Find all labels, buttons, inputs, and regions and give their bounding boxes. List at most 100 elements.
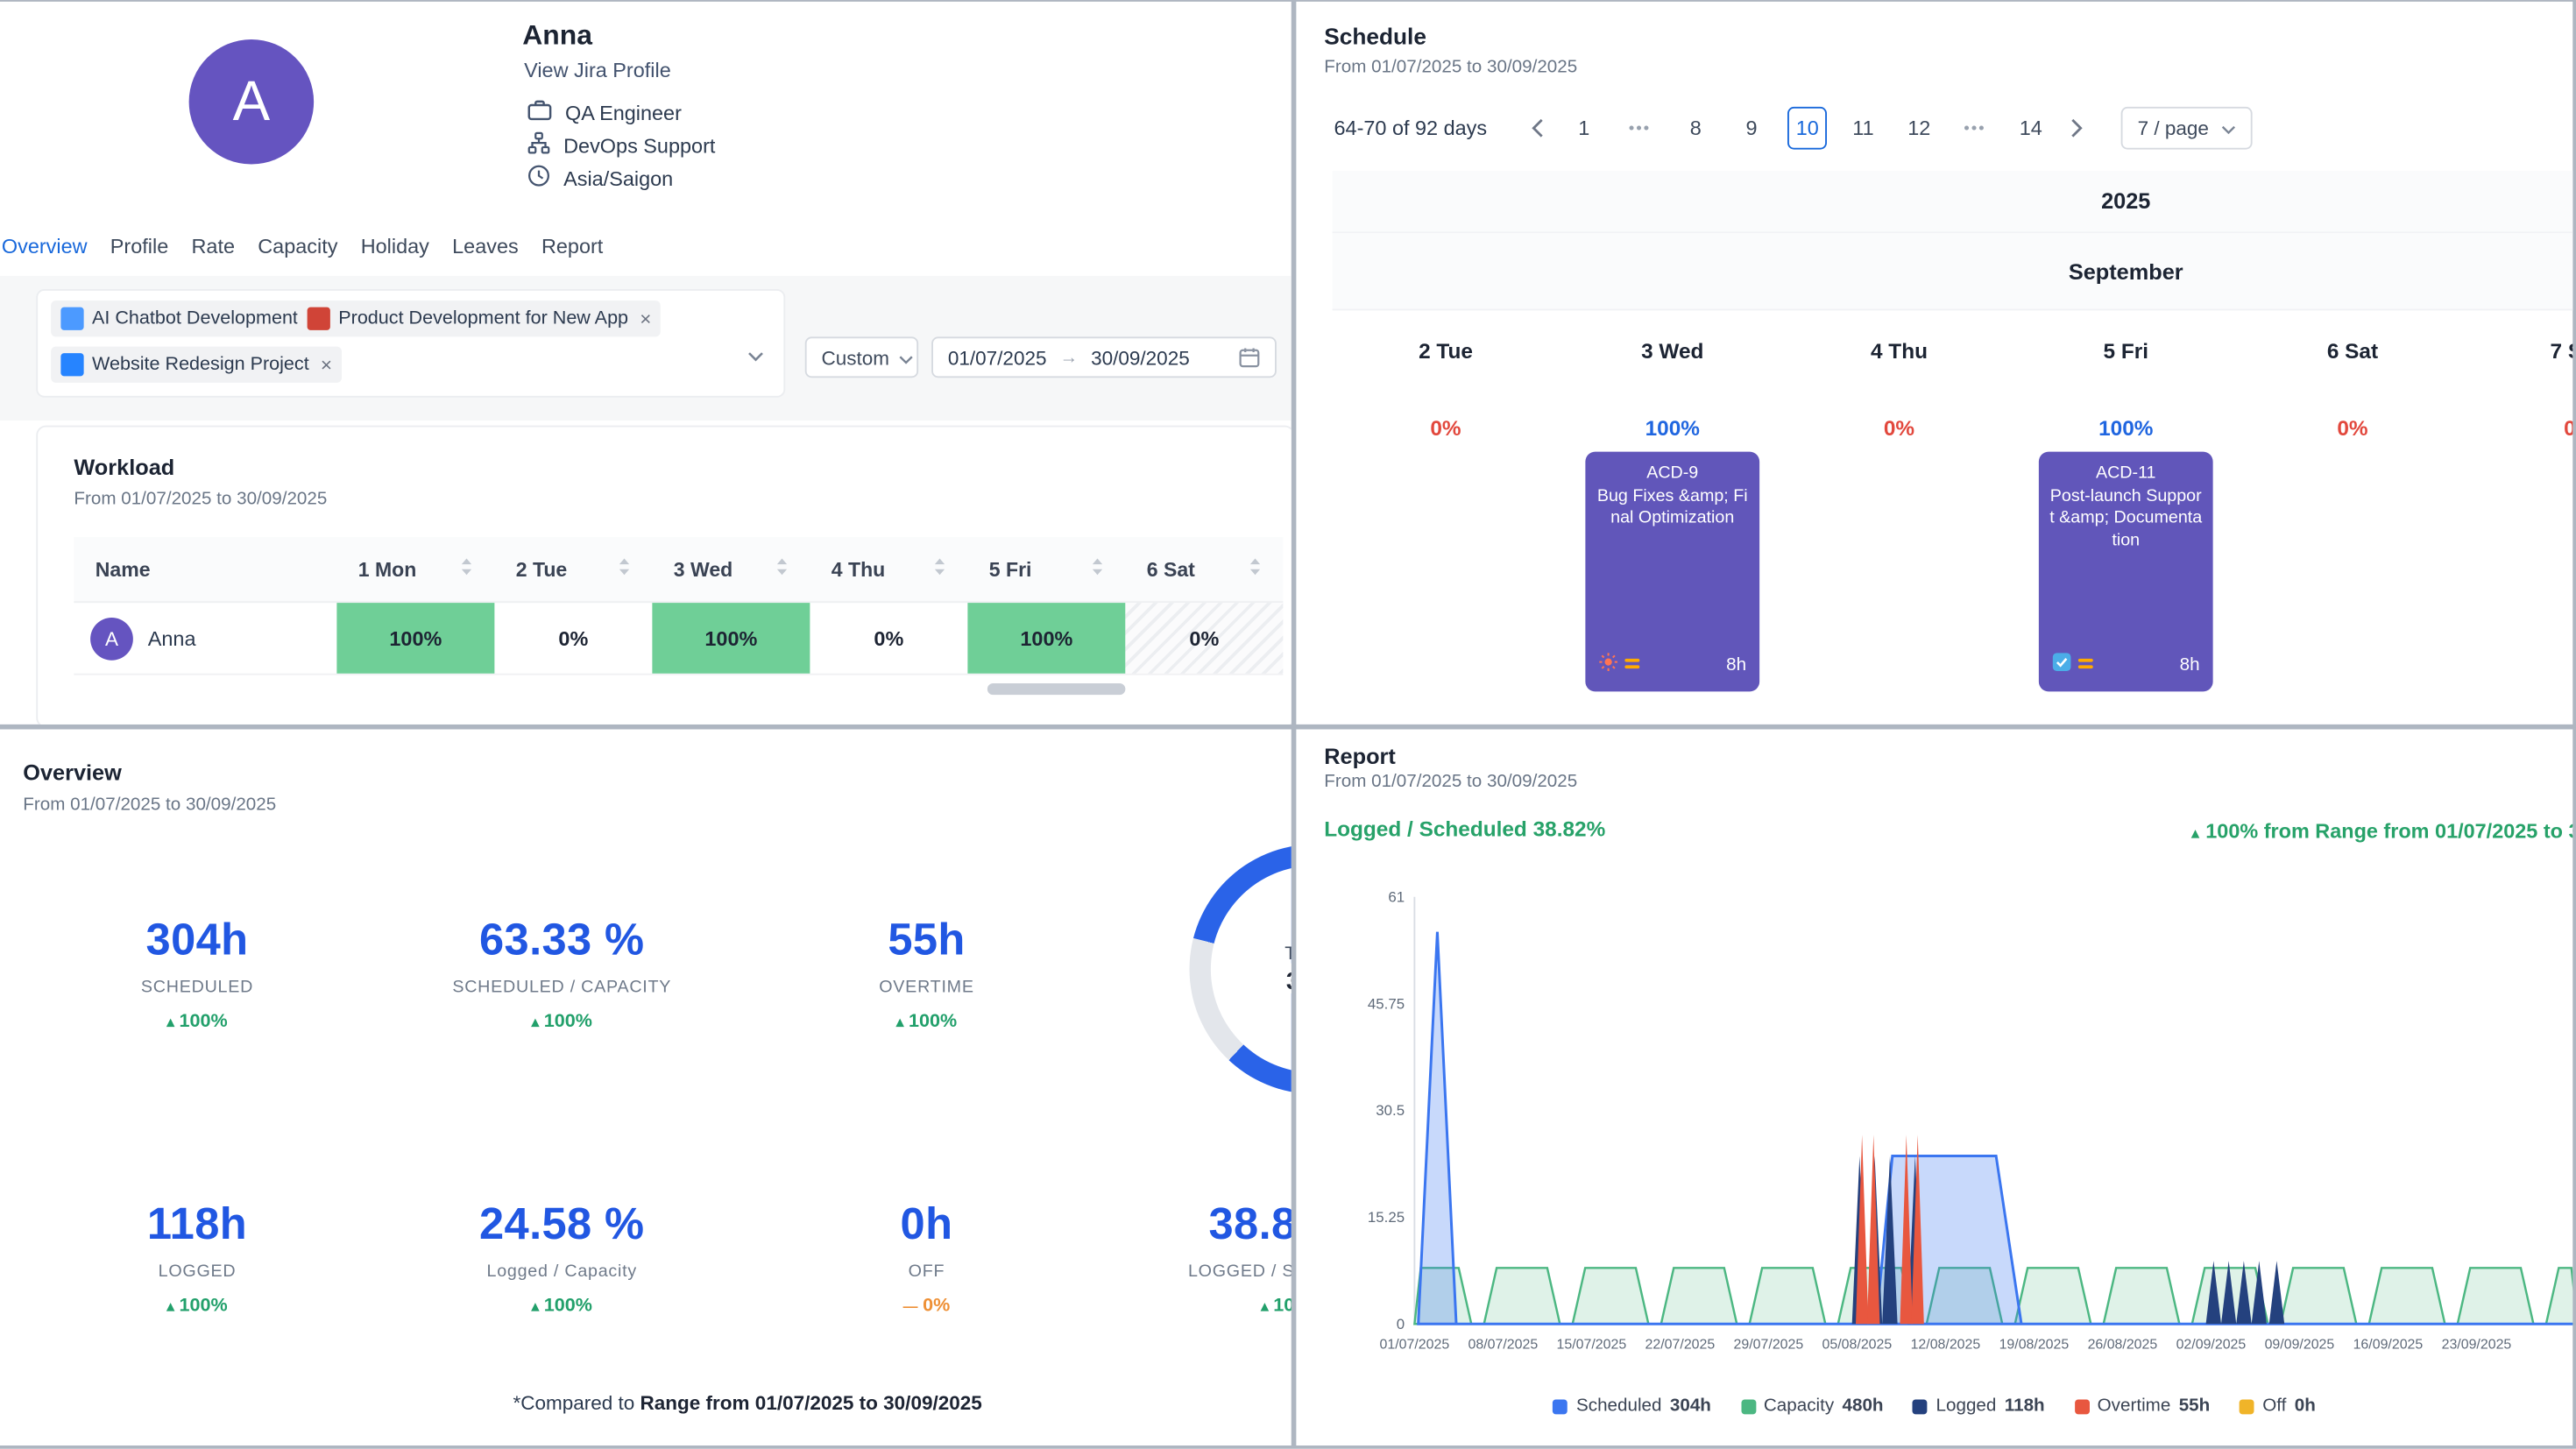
sort-icon[interactable] <box>775 557 789 582</box>
stat-scheduled-capacity: 63.33 % SCHEDULED / CAPACITY ▴100% <box>379 915 744 1031</box>
workload-cell[interactable]: 100% <box>967 603 1125 674</box>
horizontal-scrollbar[interactable] <box>987 683 1126 695</box>
sort-icon[interactable] <box>1249 557 1262 582</box>
remove-tag-button[interactable]: × <box>640 307 651 330</box>
sort-icon[interactable] <box>618 557 631 582</box>
profile-name: Anna <box>522 20 592 53</box>
report-subtitle: From 01/07/2025 to 30/09/2025 <box>1324 772 1577 792</box>
resource-dashboard: A Anna View Jira Profile QA Engineer Dev… <box>0 0 2576 1449</box>
workload-cell[interactable]: 0% <box>810 603 967 674</box>
sort-icon[interactable] <box>1091 557 1104 582</box>
svg-text:45.75: 45.75 <box>1368 995 1405 1012</box>
trend-up-icon: ▴ <box>896 1014 903 1030</box>
remove-tag-button[interactable]: × <box>321 353 332 376</box>
project-icon <box>308 307 330 330</box>
workload-cell[interactable]: 0% <box>494 603 652 674</box>
pages-ellipsis[interactable]: ••• <box>1620 107 1660 150</box>
tab-profile[interactable]: Profile <box>110 235 168 258</box>
tab-leaves[interactable]: Leaves <box>452 235 519 258</box>
priority-medium-icon <box>1624 651 1642 681</box>
calendar-day-headers: 2 Tue 3 Wed 4 Thu 5 Fri 6 Sat 7 Sun <box>1333 310 2573 389</box>
column-header-day[interactable]: 2 Tue <box>494 537 652 601</box>
column-header-name[interactable]: Name <box>74 537 336 601</box>
project-tag: AI Chatbot Development × <box>51 300 330 336</box>
legend-overtime[interactable]: Overtime55h <box>2074 1396 2210 1417</box>
workload-cell[interactable]: 100% <box>336 603 494 674</box>
project-icon <box>60 353 83 376</box>
day-cell: 0% <box>2240 389 2466 691</box>
column-header-day[interactable]: 5 Fri <box>967 537 1125 601</box>
svg-text:12/08/2025: 12/08/2025 <box>1911 1337 1981 1352</box>
day-header: 7 Sun <box>2466 310 2572 389</box>
stat-label: LOGGED / SCHEDULED <box>1109 1262 1292 1282</box>
report-comparison: ▴100% from Range from 01/07/2025 to 30/0… <box>2191 820 2572 843</box>
stat-value: 24.58 % <box>379 1199 744 1250</box>
legend-off[interactable]: Off0h <box>2240 1396 2316 1417</box>
trend-up-icon: ▴ <box>166 1014 173 1030</box>
column-header-day[interactable]: 3 Wed <box>652 537 810 601</box>
workload-cell[interactable]: 100% <box>652 603 810 674</box>
stats-row-2: 118h LOGGED ▴100% 24.58 % Logged / Capac… <box>15 1199 1292 1316</box>
department-row: DevOps Support <box>527 133 716 158</box>
member-cell[interactable]: A Anna <box>74 603 336 674</box>
column-header-day[interactable]: 4 Thu <box>810 537 967 601</box>
report-area-chart: 015.2530.545.756101/07/202508/07/202515/… <box>1335 874 2572 1383</box>
project-filter-select[interactable]: AI Chatbot Development × Product Develop… <box>36 289 785 398</box>
date-range-picker[interactable]: 01/07/2025 → 30/09/2025 <box>931 336 1277 378</box>
tab-overview[interactable]: Overview <box>2 235 88 258</box>
column-header-day[interactable]: 1 Mon <box>336 537 494 601</box>
stat-scheduled: 304h SCHEDULED ▴100% <box>15 915 379 1031</box>
tab-report[interactable]: Report <box>541 235 603 258</box>
workload-table: Name 1 Mon 2 Tue 3 Wed 4 Thu 5 Fri 6 Sat… <box>74 537 1283 675</box>
pages-ellipsis[interactable]: ••• <box>1955 107 1994 150</box>
schedule-pagination: 64-70 of 92 days 1 ••• 8 9 10 11 12 ••• … <box>1334 103 2252 152</box>
issue-type-sun-icon <box>1598 651 1618 681</box>
next-page-button[interactable] <box>2059 109 2095 148</box>
stat-value: 38.82 % <box>1109 1199 1292 1250</box>
stat-value: 63.33 % <box>379 915 744 965</box>
view-jira-profile-link[interactable]: View Jira Profile <box>524 60 671 82</box>
scheduled-hours: 8h <box>1726 655 1746 675</box>
legend-capacity[interactable]: Capacity480h <box>1741 1396 1884 1417</box>
page-button-8[interactable]: 8 <box>1676 107 1716 150</box>
overview-subtitle: From 01/07/2025 to 30/09/2025 <box>23 795 276 816</box>
role-label: QA Engineer <box>565 101 682 124</box>
stat-value: 0h <box>744 1199 1108 1250</box>
legend-swatch <box>1913 1399 1928 1414</box>
clock-icon <box>527 165 550 193</box>
report-title: Report <box>1324 744 1396 768</box>
trend-flat-icon: — <box>903 1297 918 1314</box>
tab-capacity[interactable]: Capacity <box>258 235 337 258</box>
issue-key: ACD-11 <box>2049 463 2203 486</box>
page-button-11[interactable]: 11 <box>1844 107 1883 150</box>
stat-value: 55h <box>744 915 1108 965</box>
chart-legend: Scheduled304h Capacity480h Logged118h Ov… <box>1296 1396 2572 1417</box>
issue-card-acd-9[interactable]: ACD-9 Bug Fixes &amp; Final Optimization… <box>1585 452 1759 692</box>
avatar: A <box>189 39 315 165</box>
page-button-1[interactable]: 1 <box>1564 107 1603 150</box>
page-button-9[interactable]: 9 <box>1731 107 1771 150</box>
day-header: 3 Wed <box>1559 310 1786 389</box>
range-preset-select[interactable]: Custom <box>805 336 918 378</box>
sort-icon[interactable] <box>933 557 946 582</box>
workload-header-row: Name 1 Mon 2 Tue 3 Wed 4 Thu 5 Fri 6 Sat <box>74 537 1283 603</box>
page-button-10-current[interactable]: 10 <box>1787 107 1827 150</box>
calendar-body: 0% 100% ACD-9 Bug Fixes &amp; Final Opti… <box>1333 389 2573 691</box>
page-button-12[interactable]: 12 <box>1900 107 1939 150</box>
legend-logged[interactable]: Logged118h <box>1913 1396 2044 1417</box>
workload-cell-weekend[interactable]: 0% <box>1125 603 1283 674</box>
project-tag: Website Redesign Project × <box>51 347 342 383</box>
tab-holiday[interactable]: Holiday <box>361 235 429 258</box>
column-header-day[interactable]: 6 Sat <box>1125 537 1283 601</box>
page-size-select[interactable]: 7 / page <box>2121 107 2252 150</box>
page-button-14[interactable]: 14 <box>2011 107 2050 150</box>
issue-card-acd-11[interactable]: ACD-11 Post-launch Support &amp; Documen… <box>2039 452 2213 692</box>
stat-off: 0h OFF —0% <box>744 1199 1108 1316</box>
sort-icon[interactable] <box>460 557 473 582</box>
prev-page-button[interactable] <box>1520 109 1556 148</box>
tab-rate[interactable]: Rate <box>191 235 235 258</box>
org-chart-icon <box>527 131 550 159</box>
legend-scheduled[interactable]: Scheduled304h <box>1553 1396 1711 1417</box>
stat-label: SCHEDULED <box>15 978 379 998</box>
trend-up-icon: ▴ <box>2191 824 2198 841</box>
